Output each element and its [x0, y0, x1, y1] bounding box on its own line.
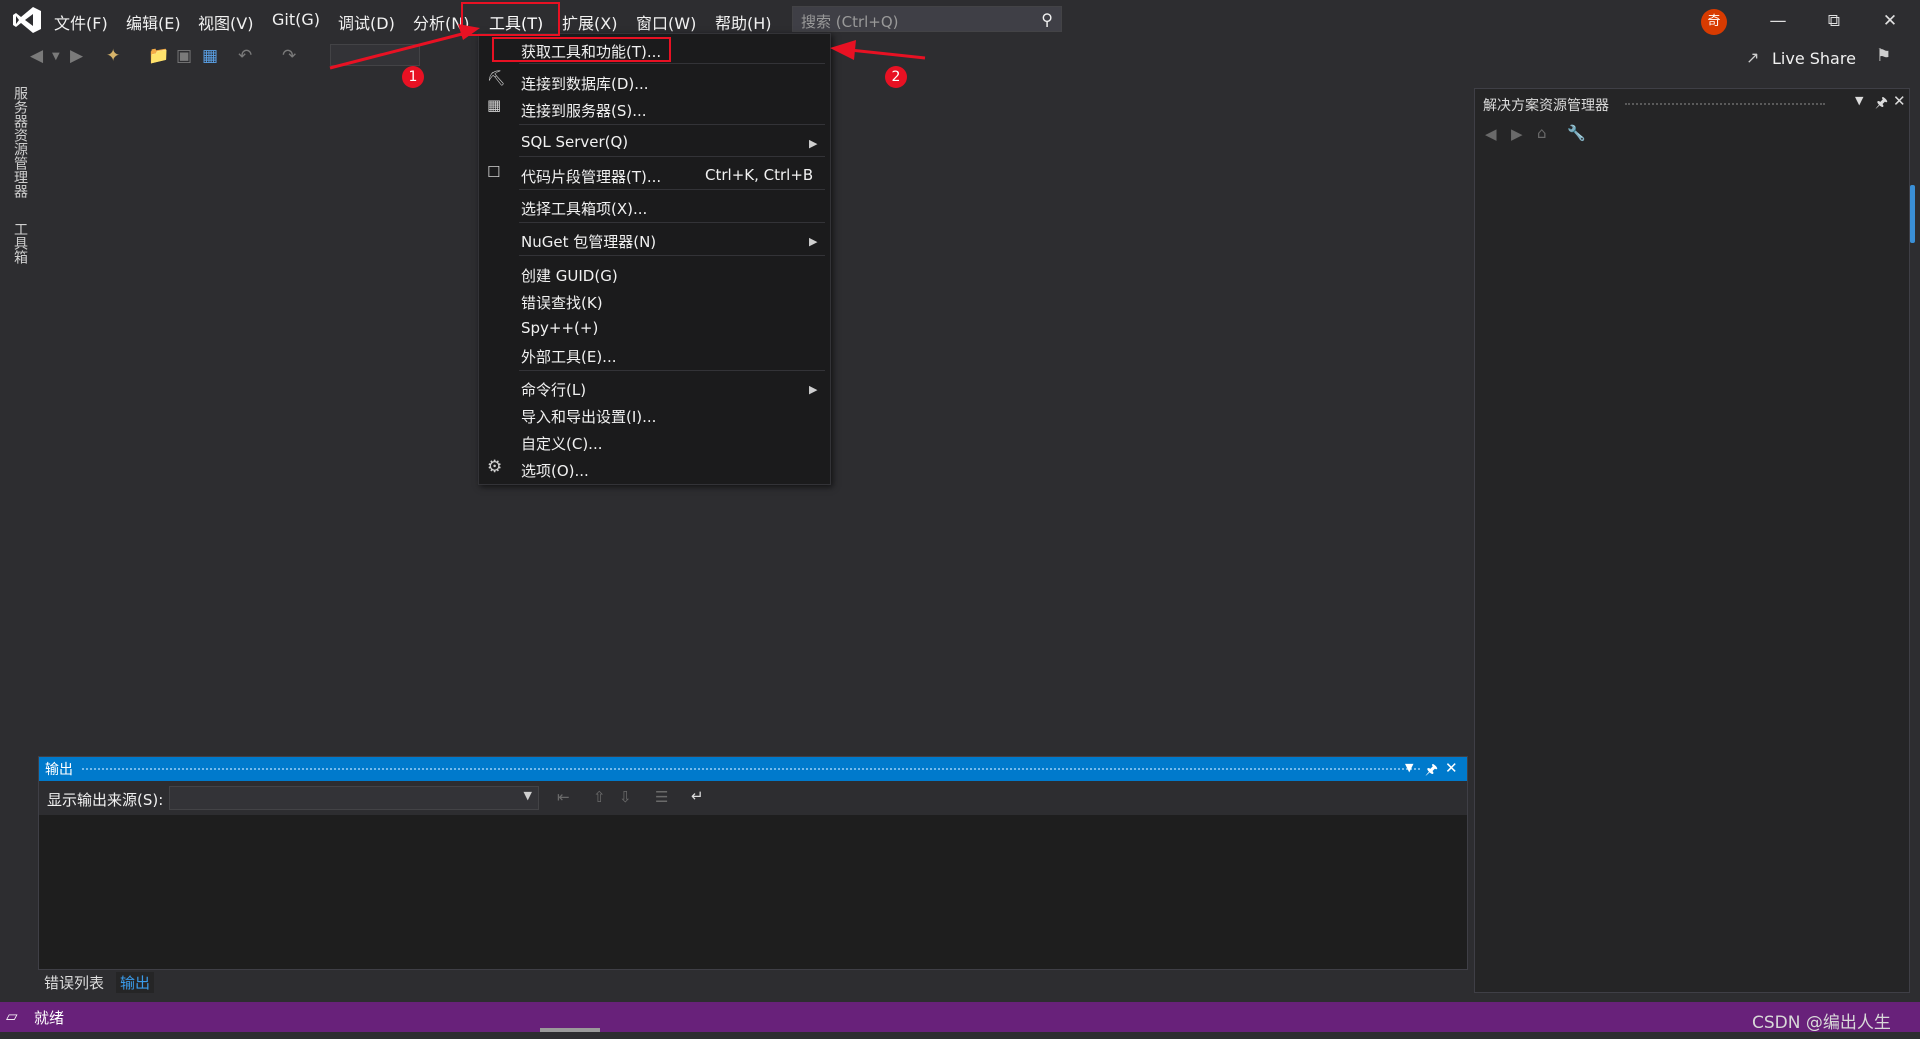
arrow-1-icon: [329, 24, 480, 70]
annotation-badge-2: 2: [885, 66, 907, 88]
arrow-2-icon: [830, 40, 926, 60]
annotation-badge-1: 1: [402, 66, 424, 88]
annotation-arrows: [329, 24, 926, 70]
